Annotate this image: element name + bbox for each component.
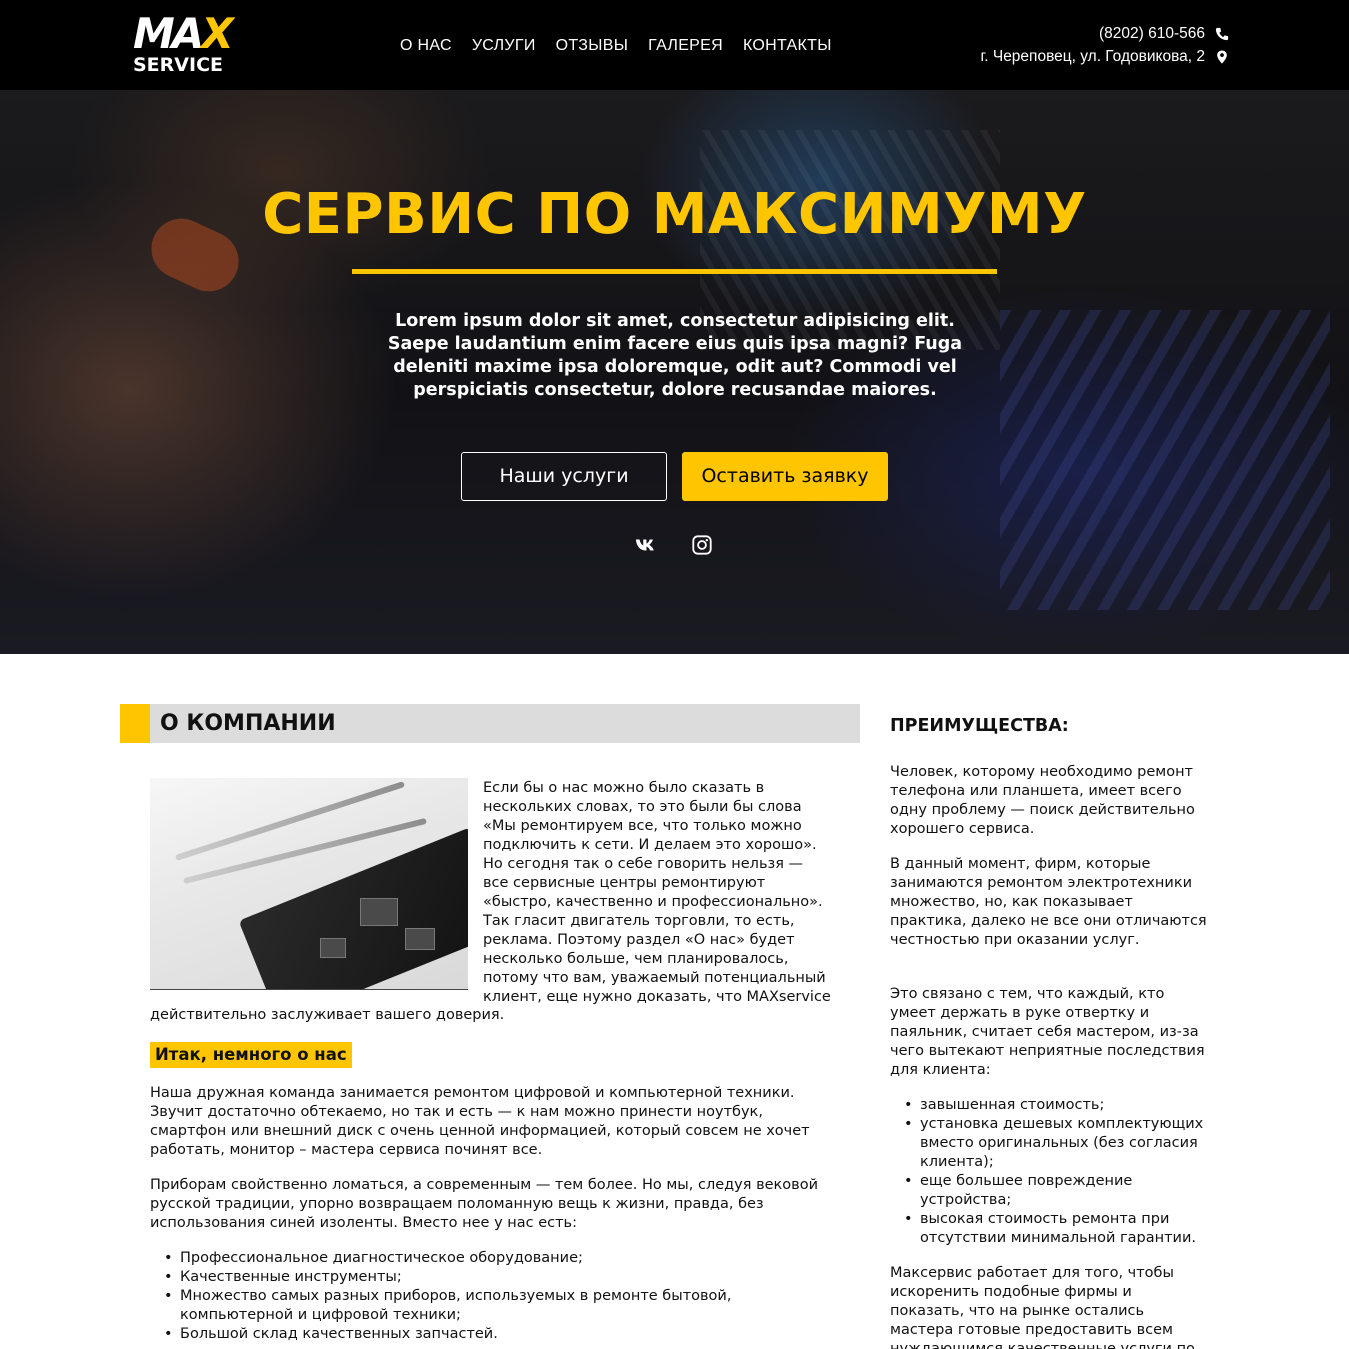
chip-shape bbox=[360, 898, 398, 926]
nav-services[interactable]: УСЛУГИ bbox=[472, 36, 536, 56]
chip-shape bbox=[405, 928, 435, 950]
instagram-icon[interactable] bbox=[691, 534, 713, 556]
chip-shape bbox=[320, 938, 346, 958]
header-contacts: (8202) 610-566 г. Череповец, ул. Годовик… bbox=[980, 22, 1229, 68]
about-equipment-list: Профессиональное диагностическое оборудо… bbox=[150, 1249, 840, 1344]
advantages-paragraph-4: Максервис работает для того, чтобы искор… bbox=[890, 1265, 1195, 1349]
logo[interactable]: MAX SERVICE bbox=[133, 9, 234, 77]
advantages-paragraph-1: Человек, которому необходимо ремонт теле… bbox=[890, 764, 1195, 837]
about-intro-text: Если бы о нас можно было сказать в неско… bbox=[483, 780, 831, 1005]
hero-text: Lorem ipsum dolor sit amet, consectetur … bbox=[387, 311, 963, 400]
hero-background-board bbox=[1000, 310, 1330, 610]
about-heading-bar: О КОМПАНИИ bbox=[120, 704, 860, 743]
nav-about[interactable]: О НАС bbox=[400, 36, 452, 56]
list-item: завышенная стоимость; bbox=[890, 1096, 1210, 1115]
site-header: MAX SERVICE О НАС УСЛУГИ ОТЗЫВЫ ГАЛЕРЕЯ … bbox=[0, 0, 1349, 90]
advantages-paragraph-2: В данный момент, фирм, которые занимаютс… bbox=[890, 856, 1207, 948]
hero-section: СЕРВИС ПО МАКСИМУМУ Lorem ipsum dolor si… bbox=[0, 90, 1349, 654]
list-item: Большой склад качественных запчастей. bbox=[150, 1325, 840, 1344]
list-item: установка дешевых комплектующих вместо о… bbox=[890, 1115, 1210, 1172]
our-services-button[interactable]: Наши услуги bbox=[461, 452, 667, 501]
main-nav: О НАС УСЛУГИ ОТЗЫВЫ ГАЛЕРЕЯ КОНТАКТЫ bbox=[400, 36, 832, 56]
nav-contacts[interactable]: КОНТАКТЫ bbox=[743, 36, 832, 56]
hero-divider bbox=[352, 269, 997, 274]
list-item: еще большее повреждение устройства; bbox=[890, 1172, 1210, 1210]
heading-accent bbox=[120, 704, 150, 743]
list-item: Качественные инструменты; bbox=[150, 1268, 840, 1287]
nav-reviews[interactable]: ОТЗЫВЫ bbox=[556, 36, 629, 56]
about-photo bbox=[150, 778, 468, 990]
leave-request-button[interactable]: Оставить заявку bbox=[682, 452, 888, 501]
about-paragraph-1: Наша дружная команда занимается ремонтом… bbox=[150, 1085, 810, 1158]
map-marker-icon bbox=[1217, 49, 1227, 64]
advantages-problems-list: завышенная стоимость; установка дешевых … bbox=[890, 1096, 1210, 1248]
list-item: Профессиональное диагностическое оборудо… bbox=[150, 1249, 840, 1268]
tweezers-shape bbox=[174, 781, 406, 861]
advantages-title: ПРЕИМУЩЕСТВА: bbox=[890, 716, 1069, 736]
hero-title: СЕРВИС ПО МАКСИМУМУ bbox=[262, 182, 1087, 247]
logo-max-text: MAX bbox=[133, 9, 234, 58]
about-subheading: Итак, немного о нас bbox=[150, 1042, 352, 1068]
about-heading: О КОМПАНИИ bbox=[160, 711, 336, 736]
address-text: г. Череповец, ул. Годовикова, 2 bbox=[980, 47, 1205, 65]
list-item: высокая стоимость ремонта при отсутствии… bbox=[890, 1210, 1210, 1248]
logo-service-text: SERVICE bbox=[133, 54, 223, 76]
list-item: Множество самых разных приборов, использ… bbox=[150, 1287, 840, 1325]
nav-gallery[interactable]: ГАЛЕРЕЯ bbox=[648, 36, 723, 56]
phone-number[interactable]: (8202) 610-566 bbox=[1099, 25, 1205, 43]
vk-icon[interactable] bbox=[635, 534, 657, 556]
advantages-paragraph-3: Это связано с тем, что каждый, кто умеет… bbox=[890, 986, 1205, 1078]
about-intro-tail: действительно заслуживает вашего доверия… bbox=[150, 1007, 505, 1023]
phone-icon bbox=[1215, 27, 1229, 40]
circuit-board-shape bbox=[238, 827, 468, 989]
about-paragraph-2: Приборам свойственно ломаться, а совреме… bbox=[150, 1177, 819, 1231]
